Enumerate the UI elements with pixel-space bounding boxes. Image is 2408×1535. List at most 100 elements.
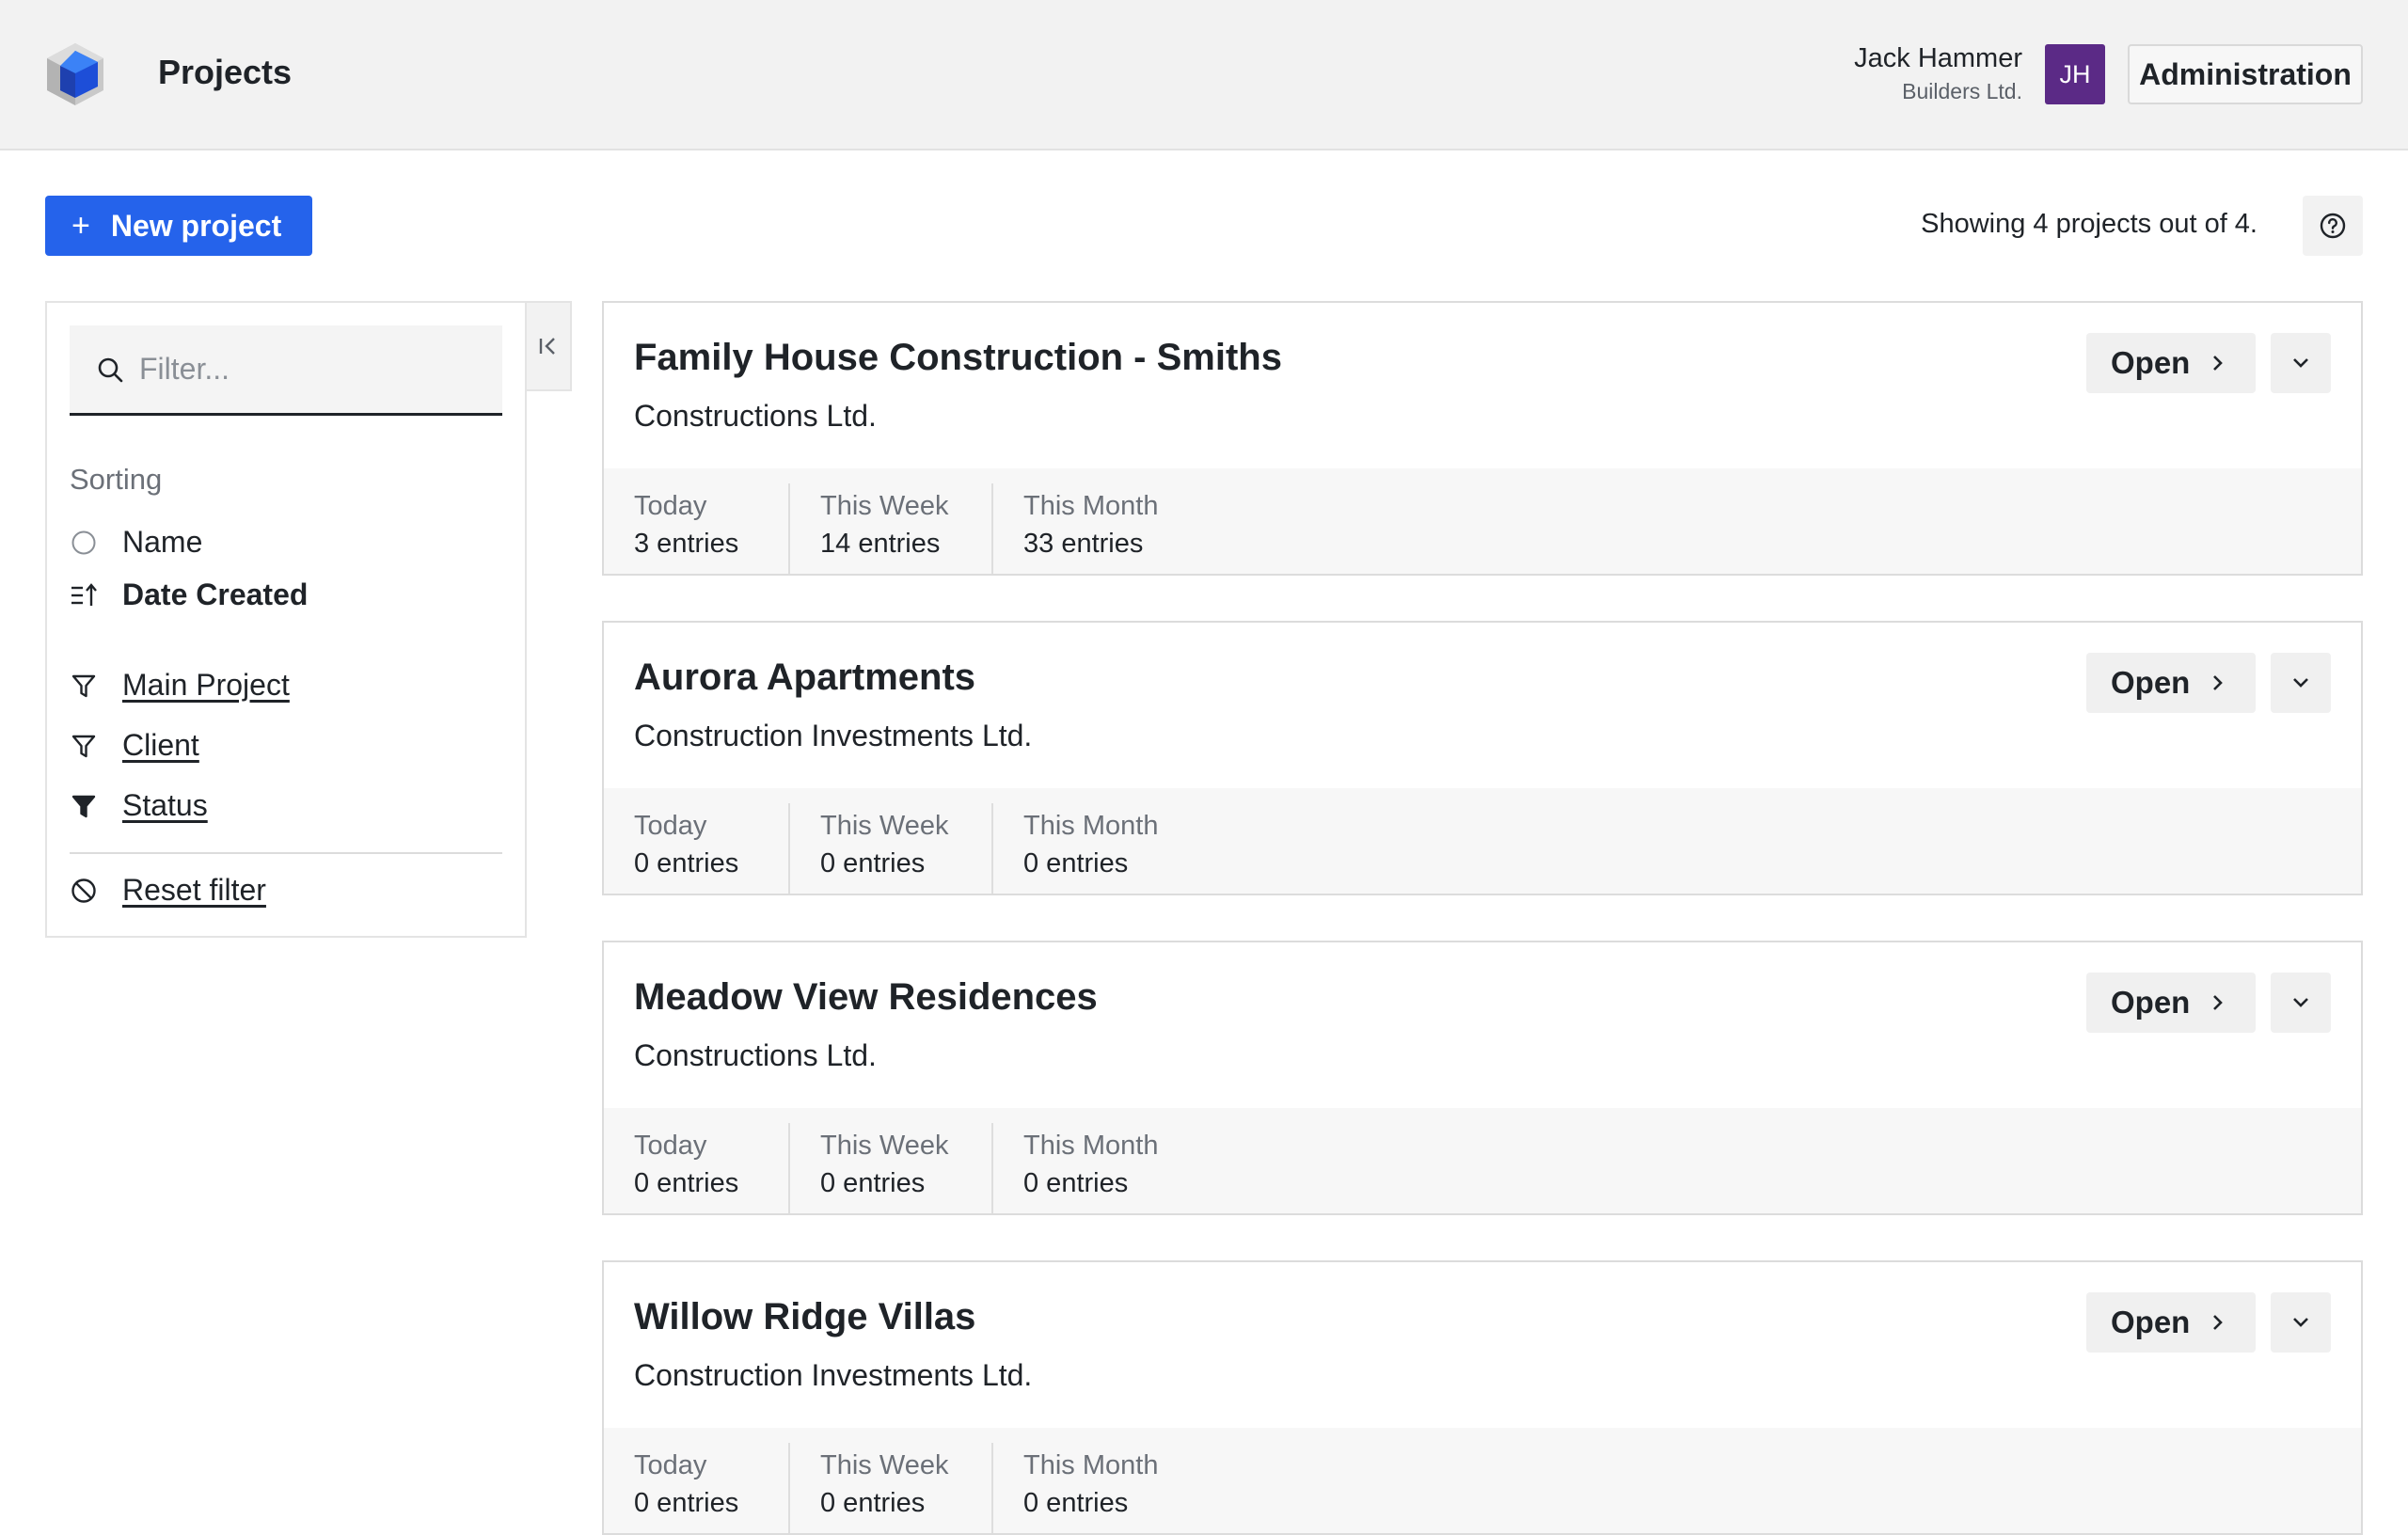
open-project-button[interactable]: Open: [2086, 333, 2256, 393]
stat-this-month: This Month 33 entries: [991, 483, 1236, 574]
block-icon: [70, 877, 98, 905]
open-project-button[interactable]: Open: [2086, 653, 2256, 713]
filter-client[interactable]: Client: [70, 728, 199, 763]
filter-icon: [70, 732, 98, 760]
filter-main-project-label: Main Project: [122, 668, 290, 702]
stat-value: 0 entries: [1023, 1488, 1129, 1518]
stat-label: This Week: [820, 811, 949, 841]
stat-value: 0 entries: [820, 1488, 926, 1518]
new-project-label: New project: [110, 208, 282, 243]
open-label: Open: [2111, 665, 2191, 700]
project-name[interactable]: Meadow View Residences: [634, 976, 1098, 1019]
chevron-right-icon: [2213, 356, 2224, 371]
stat-value: 0 entries: [1023, 848, 1129, 878]
avatar[interactable]: JH: [2045, 44, 2105, 104]
chevron-down-icon: [2293, 678, 2308, 688]
stat-this-week: This Week 0 entries: [788, 803, 991, 894]
stat-label: Today: [634, 1131, 707, 1161]
project-client: Construction Investments Ltd.: [634, 719, 1033, 752]
plus-icon: +: [71, 208, 90, 244]
sort-name-label: Name: [122, 525, 203, 559]
project-menu-button[interactable]: [2271, 333, 2331, 393]
stat-this-month: This Month 0 entries: [991, 1123, 1236, 1213]
stat-label: This Month: [1023, 811, 1159, 841]
reset-filter-label: Reset filter: [122, 873, 266, 907]
administration-button[interactable]: Administration: [2128, 44, 2363, 104]
stat-value: 0 entries: [634, 848, 739, 878]
chevron-down-icon: [2293, 358, 2308, 368]
help-button[interactable]: [2303, 196, 2363, 256]
chevron-right-icon: [2213, 675, 2224, 690]
sorting-heading: Sorting: [70, 463, 163, 496]
filter-main-project[interactable]: Main Project: [70, 668, 290, 703]
stat-label: This Week: [820, 1131, 949, 1161]
open-project-button[interactable]: Open: [2086, 973, 2256, 1033]
project-menu-button[interactable]: [2271, 1292, 2331, 1353]
filter-status[interactable]: Status: [70, 788, 208, 823]
sort-by-name[interactable]: Name: [70, 525, 202, 560]
app-logo-icon[interactable]: [45, 41, 105, 107]
filter-field[interactable]: [70, 325, 502, 416]
stat-value: 0 entries: [820, 848, 926, 878]
project-menu-button[interactable]: [2271, 973, 2331, 1033]
chevron-down-icon: [2293, 1318, 2308, 1327]
project-client: Constructions Ltd.: [634, 399, 877, 433]
chevron-down-icon: [2293, 998, 2308, 1007]
chevron-right-icon: [2213, 995, 2224, 1010]
stat-label: This Month: [1023, 491, 1159, 521]
stat-value: 0 entries: [820, 1168, 926, 1198]
filter-sidebar: Sorting Name Date Created Main Project C…: [45, 301, 527, 938]
page-title: Projects: [158, 53, 293, 91]
new-project-button[interactable]: + New project: [45, 196, 312, 256]
project-stats: Today 0 entries This Week 0 entries This…: [604, 788, 2361, 894]
project-name[interactable]: Willow Ridge Villas: [634, 1296, 975, 1338]
stat-value: 14 entries: [820, 529, 941, 559]
collapse-sidebar-button[interactable]: [527, 301, 572, 391]
project-card: Willow Ridge Villas Construction Investm…: [602, 1260, 2363, 1535]
project-card: Family House Construction - Smiths Const…: [602, 301, 2363, 576]
app-header: Projects Jack Hammer Builders Ltd. JH Ad…: [0, 0, 2408, 150]
filter-status-label: Status: [122, 788, 208, 822]
chevron-right-icon: [2213, 1315, 2224, 1330]
sort-date-created-label: Date Created: [122, 578, 309, 611]
sort-ascending-icon: [70, 581, 98, 609]
filter-input[interactable]: [139, 352, 478, 387]
stat-today: Today 3 entries: [604, 468, 788, 574]
stat-this-month: This Month 0 entries: [991, 1443, 1236, 1533]
project-client: Constructions Ltd.: [634, 1038, 877, 1072]
help-icon: [2320, 213, 2346, 239]
results-count: Showing 4 projects out of 4.: [1921, 209, 2258, 239]
stat-today: Today 0 entries: [604, 788, 788, 894]
stat-label: This Week: [820, 1450, 949, 1480]
project-stats: Today 0 entries This Week 0 entries This…: [604, 1428, 2361, 1533]
project-stats: Today 3 entries This Week 14 entries Thi…: [604, 468, 2361, 574]
stat-value: 3 entries: [634, 529, 739, 559]
stat-value: 0 entries: [634, 1168, 739, 1198]
stat-value: 0 entries: [1023, 1168, 1129, 1198]
filter-client-label: Client: [122, 728, 199, 762]
stat-value: 33 entries: [1023, 529, 1144, 559]
reset-filter[interactable]: Reset filter: [70, 873, 266, 908]
filter-icon: [70, 672, 98, 700]
stat-label: Today: [634, 811, 707, 841]
stat-label: This Month: [1023, 1450, 1159, 1480]
stat-value: 0 entries: [634, 1488, 739, 1518]
project-name[interactable]: Family House Construction - Smiths: [634, 337, 1282, 379]
project-name[interactable]: Aurora Apartments: [634, 657, 975, 699]
open-label: Open: [2111, 985, 2191, 1020]
filter-active-icon: [70, 792, 98, 820]
open-label: Open: [2111, 1305, 2191, 1339]
sidebar-divider: [70, 852, 502, 854]
project-card: Meadow View Residences Constructions Ltd…: [602, 941, 2363, 1215]
project-card: Aurora Apartments Construction Investmen…: [602, 621, 2363, 895]
stat-this-week: This Week 14 entries: [788, 483, 991, 574]
sort-by-date-created[interactable]: Date Created: [70, 578, 308, 612]
open-project-button[interactable]: Open: [2086, 1292, 2256, 1353]
project-menu-button[interactable]: [2271, 653, 2331, 713]
user-info: Jack Hammer Builders Ltd.: [1854, 41, 2022, 107]
stat-this-week: This Week 0 entries: [788, 1123, 991, 1213]
search-icon: [98, 357, 123, 382]
radio-icon: [70, 529, 98, 557]
user-company: Builders Ltd.: [1902, 79, 2022, 103]
stat-today: Today 0 entries: [604, 1428, 788, 1533]
